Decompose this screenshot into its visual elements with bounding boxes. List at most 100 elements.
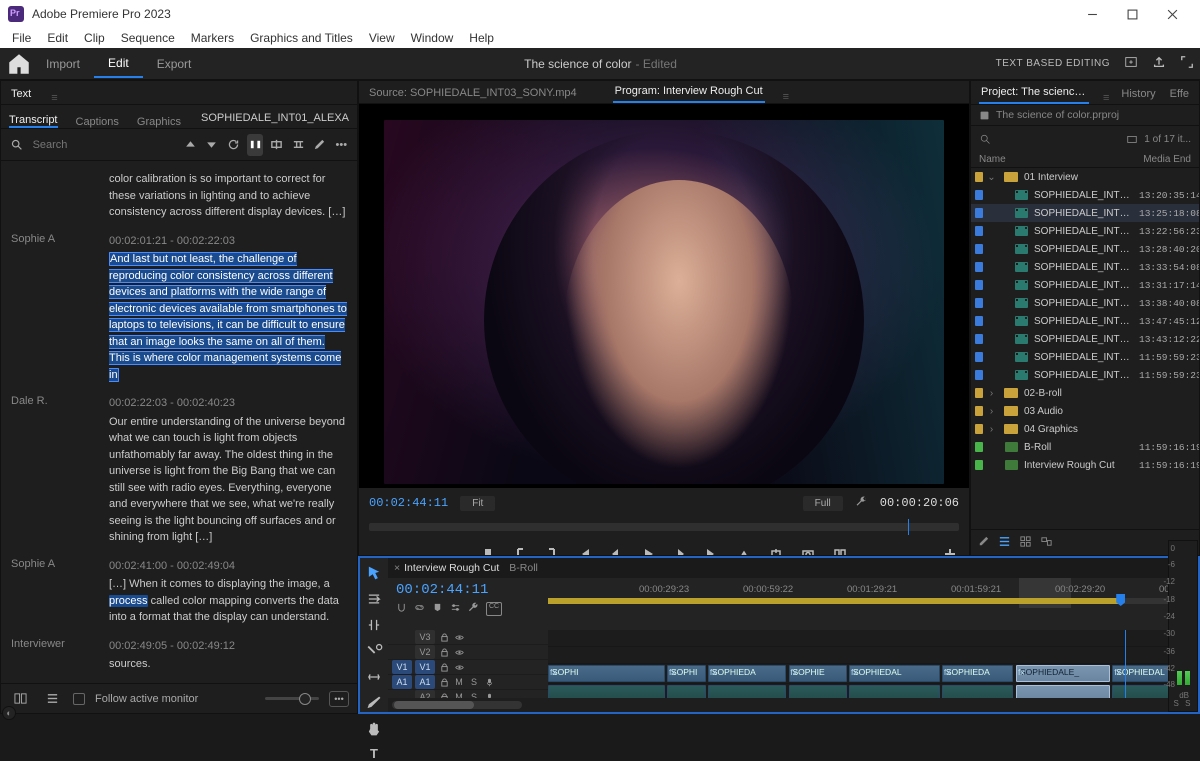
eye-icon[interactable]	[453, 661, 465, 673]
wrench-icon[interactable]	[855, 495, 868, 511]
playhead-icon[interactable]	[1116, 594, 1125, 606]
close-button[interactable]	[1152, 0, 1192, 28]
timeline-ruler[interactable]: 00:00:29:23 00:00:59:22 00:01:29:21 00:0…	[548, 578, 1198, 630]
menu-file[interactable]: File	[6, 29, 37, 47]
quick-export-icon[interactable]	[1124, 55, 1138, 72]
menu-clip[interactable]: Clip	[78, 29, 111, 47]
razor-tool-icon[interactable]	[365, 642, 383, 660]
panel-menu-icon[interactable]: ≡	[51, 92, 57, 104]
extract-icon[interactable]	[767, 545, 785, 556]
timeline-clip[interactable]	[942, 685, 1014, 698]
playhead-line[interactable]	[1125, 630, 1126, 698]
project-item[interactable]: ›03 Audio	[971, 402, 1199, 420]
button-editor-icon[interactable]	[941, 545, 959, 556]
timeline-clip[interactable]: fx SOPHIE	[789, 665, 848, 682]
project-list[interactable]: ⌄01 InterviewSOPHIEDALE_INT01_A13:20:35:…	[971, 168, 1199, 529]
tab-graphics[interactable]: Graphics	[137, 116, 181, 128]
comparison-icon[interactable]	[831, 545, 849, 556]
tab-transcript[interactable]: Transcript	[9, 114, 58, 128]
program-tab[interactable]: Program: Interview Rough Cut	[613, 81, 765, 103]
maximize-button[interactable]	[1112, 0, 1152, 28]
project-item[interactable]: SOPHIEDALE_INT02_C13:33:54:08	[971, 258, 1199, 276]
refresh-icon[interactable]	[226, 134, 242, 156]
menu-view[interactable]: View	[363, 29, 401, 47]
menu-sequence[interactable]: Sequence	[115, 29, 181, 47]
resolution-select[interactable]: Full	[803, 496, 843, 511]
transcript-line[interactable]: […] When it comes to displaying the imag…	[109, 578, 339, 623]
new-bin-icon[interactable]	[1126, 133, 1138, 145]
project-item[interactable]: B-Roll11:59:16:19	[971, 438, 1199, 456]
slip-tool-icon[interactable]	[365, 668, 383, 686]
share-icon[interactable]	[1152, 55, 1166, 72]
transcript-body[interactable]: color calibration is so important to cor…	[1, 161, 357, 683]
marker-icon[interactable]	[432, 602, 443, 616]
project-item[interactable]: SOPHIEDALE_INT03_A13:38:40:08	[971, 294, 1199, 312]
menu-help[interactable]: Help	[463, 29, 500, 47]
solo-buttons[interactable]: S S	[1174, 699, 1193, 711]
follow-checkbox[interactable]	[73, 693, 85, 705]
list-view-icon[interactable]	[998, 535, 1011, 551]
mic-icon[interactable]	[483, 691, 495, 698]
step-fwd-icon[interactable]	[671, 545, 689, 556]
lock-icon[interactable]	[438, 691, 450, 698]
tab-captions[interactable]: Captions	[76, 116, 119, 128]
timeline-timecode[interactable]: 00:02:44:11	[396, 582, 540, 598]
export-frame-icon[interactable]	[799, 545, 817, 556]
project-item[interactable]: ›02-B-roll	[971, 384, 1199, 402]
linked-selection-icon[interactable]	[414, 602, 425, 616]
lock-icon[interactable]	[438, 676, 450, 688]
sync-settings-icon[interactable]: ◐	[2, 706, 16, 720]
horizontal-zoom-slider[interactable]	[392, 701, 522, 709]
timeline-clip[interactable]: fx SOPHI	[548, 665, 665, 682]
project-item[interactable]: SOPHIEDALE_INT01_A13:20:35:14	[971, 186, 1199, 204]
source-tab[interactable]: Source: SOPHIEDALE_INT03_SONY.mp4	[367, 83, 579, 103]
src-v1[interactable]: V1	[392, 660, 412, 674]
timeline-clip[interactable]	[548, 685, 665, 698]
settings-icon[interactable]	[450, 602, 461, 616]
ws-tab-import[interactable]: Import	[32, 51, 94, 77]
lock-icon[interactable]	[438, 661, 450, 673]
menu-edit[interactable]: Edit	[41, 29, 74, 47]
track-a1[interactable]: A1	[415, 675, 435, 689]
project-item[interactable]: SOPHIEDALE_INT03_iP11:59:59:23	[971, 366, 1199, 384]
zoom-fit-select[interactable]: Fit	[460, 496, 495, 511]
pen-tool-icon[interactable]	[365, 694, 383, 712]
nav-down-icon[interactable]	[204, 134, 220, 156]
hand-tool-icon[interactable]	[365, 720, 383, 738]
extract-icon[interactable]	[290, 134, 306, 156]
timeline-clip[interactable]: fx SOPHI	[667, 665, 706, 682]
play-icon[interactable]	[639, 545, 657, 556]
scrub-bar[interactable]	[369, 518, 959, 536]
cc-icon[interactable]: CC	[486, 602, 502, 616]
menu-markers[interactable]: Markers	[185, 29, 240, 47]
go-to-out-icon[interactable]	[703, 545, 721, 556]
search-input[interactable]	[31, 137, 177, 153]
transcript-line[interactable]: color calibration is so important to cor…	[109, 171, 347, 221]
text-based-editing-button[interactable]: TEXT BASED EDITING	[996, 58, 1110, 69]
timeline-clip[interactable]: fx SOPHIEDALE_	[1016, 665, 1110, 682]
write-mode-icon[interactable]	[977, 535, 990, 551]
wrench-icon[interactable]	[468, 602, 479, 616]
transcript-line[interactable]: Our entire understanding of the universe…	[109, 416, 345, 544]
list-icon[interactable]	[41, 688, 63, 710]
timeline-clip[interactable]	[849, 685, 940, 698]
ripple-tool-icon[interactable]	[365, 616, 383, 634]
cc-options-button[interactable]: •••	[329, 691, 349, 707]
timeline-clip[interactable]: fx SOPHIEDA	[708, 665, 786, 682]
eye-icon[interactable]	[453, 631, 465, 643]
project-item[interactable]: ›04 Graphics	[971, 420, 1199, 438]
timeline-clip[interactable]	[789, 685, 848, 698]
minimize-button[interactable]	[1072, 0, 1112, 28]
mark-in-icon[interactable]	[511, 545, 529, 556]
project-item[interactable]: SOPHIEDALE_INT03_S13:43:12:22	[971, 330, 1199, 348]
track-v2[interactable]: V2	[415, 645, 435, 659]
snap-icon[interactable]	[396, 602, 407, 616]
project-item[interactable]: SOPHIEDALE_INT01_S13:22:56:23	[971, 222, 1199, 240]
mic-icon[interactable]	[483, 676, 495, 688]
track-v3[interactable]: V3	[415, 630, 435, 644]
lock-icon[interactable]	[438, 631, 450, 643]
text-panel-tab[interactable]: Text	[9, 84, 33, 104]
video-monitor[interactable]	[359, 104, 969, 488]
fullscreen-icon[interactable]	[1180, 55, 1194, 72]
project-item[interactable]: SOPHIEDALE_INT03_C13:47:45:12	[971, 312, 1199, 330]
